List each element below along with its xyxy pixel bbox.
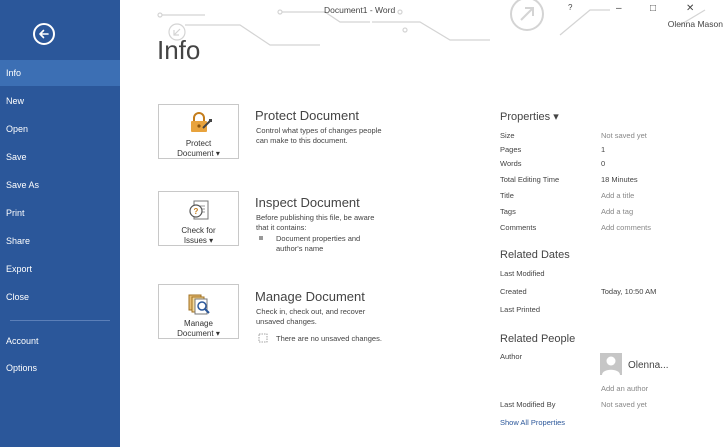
maximize-button[interactable]: □ <box>650 3 656 14</box>
prop-val-created: Today, 10:50 AM <box>601 287 657 296</box>
check-label-line1: Check for <box>181 226 216 235</box>
check-for-issues-button[interactable]: ? Check for Issues ▾ <box>158 191 239 246</box>
protect-label-line2: Document ▾ <box>177 149 220 158</box>
add-author-link[interactable]: Add an author <box>601 384 648 393</box>
close-button[interactable]: ✕ <box>686 3 694 14</box>
manage-document-note: There are no unsaved changes. <box>276 334 382 343</box>
author-avatar <box>600 353 622 375</box>
inspect-document-description-line1: Before publishing this file, be aware <box>256 213 375 222</box>
author-name[interactable]: Olenna... <box>628 360 669 371</box>
manage-document-description-line2: unsaved changes. <box>256 317 317 326</box>
protect-document-button[interactable]: Protect Document ▾ <box>158 104 239 159</box>
person-icon <box>602 356 620 375</box>
prop-key-tags: Tags <box>500 207 516 216</box>
nav-account[interactable]: Account <box>0 328 120 354</box>
prop-key-pages: Pages <box>500 145 522 154</box>
nav-divider <box>10 320 110 321</box>
signed-in-user[interactable]: Olenna Mason <box>668 19 723 29</box>
nav-new[interactable]: New <box>0 88 120 114</box>
prop-key-words: Words <box>500 159 522 168</box>
prop-val-last-modified-by: Not saved yet <box>601 400 647 409</box>
inspect-bullet-line1: Document properties and <box>276 234 361 243</box>
manage-document-heading: Manage Document <box>255 289 365 304</box>
prop-key-last-printed: Last Printed <box>500 305 541 314</box>
protect-label-line1: Protect <box>185 139 212 148</box>
prop-val-size: Not saved yet <box>601 131 647 140</box>
prop-key-author: Author <box>500 352 523 361</box>
inspect-document-description-line2: that it contains: <box>256 223 307 232</box>
nav-share[interactable]: Share <box>0 228 120 254</box>
nav-print[interactable]: Print <box>0 200 120 226</box>
help-button[interactable]: ? <box>568 3 572 12</box>
minimize-button[interactable]: – <box>616 3 622 14</box>
prop-key-comments: Comments <box>500 223 537 232</box>
document-small-icon <box>258 333 268 343</box>
manage-document-button[interactable]: Manage Document ▾ <box>158 284 239 339</box>
nav-open[interactable]: Open <box>0 116 120 142</box>
related-people-heading: Related People <box>500 333 576 345</box>
inspect-bullet-line2: author's name <box>276 244 324 253</box>
inspect-document-icon: ? <box>189 200 209 220</box>
nav-save[interactable]: Save <box>0 144 120 170</box>
nav-save-as[interactable]: Save As <box>0 172 120 198</box>
prop-val-pages: 1 <box>601 145 606 154</box>
manage-versions-icon <box>188 294 210 315</box>
properties-heading[interactable]: Properties ▾ <box>500 110 559 123</box>
nav-options[interactable]: Options <box>0 355 120 381</box>
prop-val-comments[interactable]: Add comments <box>601 223 651 232</box>
prop-val-title[interactable]: Add a title <box>601 191 634 200</box>
prop-key-created: Created <box>500 287 527 296</box>
prop-key-title: Title <box>500 191 514 200</box>
manage-label-line1: Manage <box>184 319 213 328</box>
document-title: Document1 - Word <box>324 5 396 15</box>
related-dates-heading: Related Dates <box>500 249 570 261</box>
prop-val-editing-time: 18 Minutes <box>601 175 638 184</box>
manage-document-description-line1: Check in, check out, and recover <box>256 307 366 316</box>
prop-key-size: Size <box>500 131 515 140</box>
lock-key-icon <box>191 112 212 132</box>
nav-info[interactable]: Info <box>0 60 120 86</box>
protect-document-description-line2: can make to this document. <box>256 136 348 145</box>
prop-key-last-modified-by: Last Modified By <box>500 400 556 409</box>
prop-val-tags[interactable]: Add a tag <box>601 207 633 216</box>
nav-close[interactable]: Close <box>0 284 120 310</box>
prop-key-last-modified: Last Modified <box>500 269 545 278</box>
back-button[interactable] <box>33 23 55 45</box>
page-title: Info <box>157 35 201 65</box>
svg-text:?: ? <box>194 207 199 216</box>
check-label-line2: Issues ▾ <box>183 236 214 245</box>
protect-document-description-line1: Control what types of changes people <box>256 126 382 135</box>
manage-label-line2: Document ▾ <box>177 329 220 338</box>
protect-document-heading: Protect Document <box>255 108 360 123</box>
show-all-properties-link[interactable]: Show All Properties <box>500 418 565 427</box>
back-arrow-icon <box>39 29 49 39</box>
title-bar: Document1 - Word ? – □ ✕ Olenna Mason <box>120 0 727 46</box>
inspect-document-heading: Inspect Document <box>255 195 360 210</box>
nav-export[interactable]: Export <box>0 256 120 282</box>
bullet-marker <box>259 236 263 240</box>
prop-key-editing-time: Total Editing Time <box>500 175 560 184</box>
backstage-sidebar: Info New Open Save Save As Print Share E… <box>0 0 120 447</box>
prop-val-words: 0 <box>601 159 606 168</box>
